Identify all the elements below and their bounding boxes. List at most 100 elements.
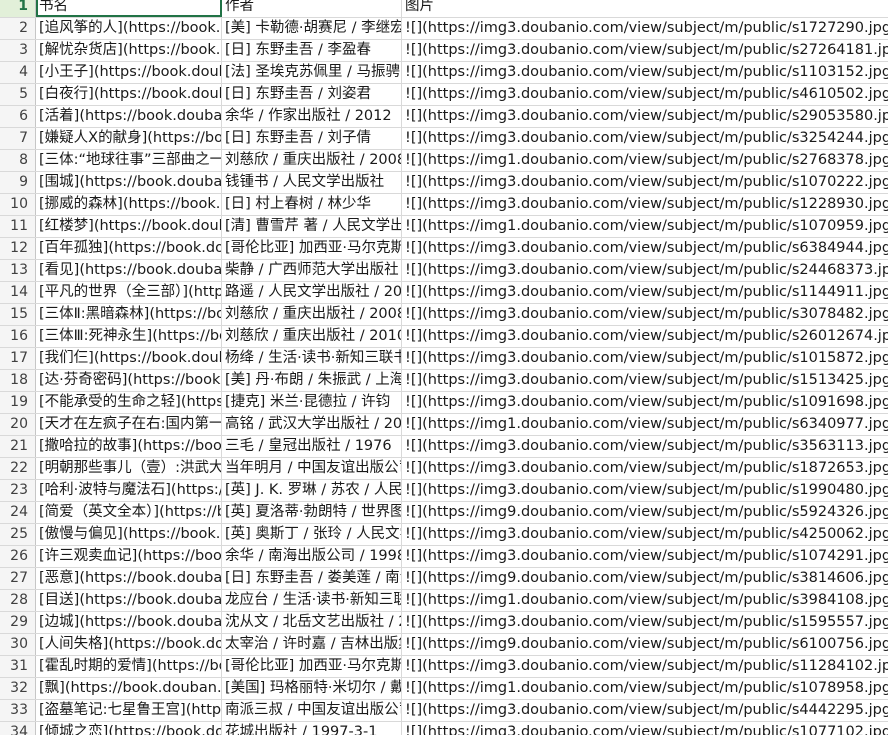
row-number[interactable]: 34 xyxy=(0,722,36,735)
image-cell[interactable]: ![](https://img3.doubanio.com/view/subje… xyxy=(402,238,888,259)
author-cell[interactable]: 刘慈欣 / 重庆出版社 / 2008 xyxy=(222,304,402,325)
image-header[interactable]: 图片 xyxy=(402,0,888,17)
author-cell[interactable]: [美国] 玛格丽特·米切尔 / 戴侃 xyxy=(222,678,402,699)
title-cell[interactable]: [平凡的世界（全三部）](https://book.douban.com/sub… xyxy=(36,282,222,303)
author-cell[interactable]: 太宰治 / 许时嘉 / 吉林出版集团 xyxy=(222,634,402,655)
title-cell[interactable]: [看见](https://book.douban.com/subject/204… xyxy=(36,260,222,281)
image-cell[interactable]: ![](https://img9.doubanio.com/view/subje… xyxy=(402,634,888,655)
row-number[interactable]: 27 xyxy=(0,568,36,589)
author-cell[interactable]: [英] 奥斯丁 / 张玲 / 人民文学出版社 xyxy=(222,524,402,545)
title-cell[interactable]: [挪威的森林](https://book.douban.com/subject/… xyxy=(36,194,222,215)
title-cell[interactable]: [三体Ⅱ:黑暗森林](https://book.douban.com/subje… xyxy=(36,304,222,325)
title-cell[interactable]: [嫌疑人X的献身](https://book.douban.com/subjec… xyxy=(36,128,222,149)
author-cell[interactable]: 路遥 / 人民文学出版社 / 2005 xyxy=(222,282,402,303)
title-cell[interactable]: [飘](https://book.douban.com/subject/1068… xyxy=(36,678,222,699)
image-cell[interactable]: ![](https://img3.doubanio.com/view/subje… xyxy=(402,458,888,479)
title-cell[interactable]: [三体Ⅲ:死神永生](https://book.douban.com/subje… xyxy=(36,326,222,347)
author-cell[interactable]: [法] 圣埃克苏佩里 / 马振骋 xyxy=(222,62,402,83)
row-number[interactable]: 6 xyxy=(0,106,36,127)
title-cell[interactable]: [撒哈拉的故事](https://book.douban.com/subject… xyxy=(36,436,222,457)
author-cell[interactable]: 龙应台 / 生活·读书·新知三联书店 xyxy=(222,590,402,611)
title-cell[interactable]: [围城](https://book.douban.com/subject/100… xyxy=(36,172,222,193)
row-number[interactable]: 20 xyxy=(0,414,36,435)
row-number[interactable]: 4 xyxy=(0,62,36,83)
author-cell[interactable]: [日] 东野圭吾 / 李盈春 xyxy=(222,40,402,61)
row-number[interactable]: 18 xyxy=(0,370,36,391)
author-cell[interactable]: 高铭 / 武汉大学出版社 / 2010 xyxy=(222,414,402,435)
title-cell[interactable]: [我们仨](https://book.douban.com/subject/10… xyxy=(36,348,222,369)
image-cell[interactable]: ![](https://img3.doubanio.com/view/subje… xyxy=(402,260,888,281)
image-cell[interactable]: ![](https://img3.doubanio.com/view/subje… xyxy=(402,612,888,633)
row-number[interactable]: 32 xyxy=(0,678,36,699)
image-cell[interactable]: ![](https://img3.doubanio.com/view/subje… xyxy=(402,62,888,83)
image-cell[interactable]: ![](https://img3.doubanio.com/view/subje… xyxy=(402,348,888,369)
title-cell[interactable]: [追风筝的人](https://book.douban.com/subject/… xyxy=(36,18,222,39)
author-cell[interactable]: 杨绛 / 生活·读书·新知三联书店 xyxy=(222,348,402,369)
title-cell[interactable]: [白夜行](https://book.douban.com/subject/32… xyxy=(36,84,222,105)
row-number[interactable]: 8 xyxy=(0,150,36,171)
row-number[interactable]: 11 xyxy=(0,216,36,237)
spreadsheet-grid[interactable]: 1书名作者图片2[追风筝的人](https://book.douban.com/… xyxy=(0,0,888,735)
row-number[interactable]: 28 xyxy=(0,590,36,611)
title-cell[interactable]: [哈利·波特与魔法石](https://book.douban.com/subj… xyxy=(36,480,222,501)
image-cell[interactable]: ![](https://img3.doubanio.com/view/subje… xyxy=(402,392,888,413)
image-cell[interactable]: ![](https://img3.doubanio.com/view/subje… xyxy=(402,722,888,735)
author-cell[interactable]: 当年明月 / 中国友谊出版公司 xyxy=(222,458,402,479)
row-number[interactable]: 23 xyxy=(0,480,36,501)
author-cell[interactable]: [英] J. K. 罗琳 / 苏农 / 人民文学出版社 xyxy=(222,480,402,501)
image-cell[interactable]: ![](https://img3.doubanio.com/view/subje… xyxy=(402,700,888,721)
title-cell[interactable]: [红楼梦](https://book.douban.com/subject/10… xyxy=(36,216,222,237)
author-cell[interactable]: 余华 / 作家出版社 / 2012 xyxy=(222,106,402,127)
image-cell[interactable]: ![](https://img3.doubanio.com/view/subje… xyxy=(402,172,888,193)
row-number[interactable]: 9 xyxy=(0,172,36,193)
row-number[interactable]: 1 xyxy=(0,0,36,17)
title-cell[interactable]: [人间失格](https://book.douban.com/subject/4… xyxy=(36,634,222,655)
author-cell[interactable]: 沈从文 / 北岳文艺出版社 / 2002 xyxy=(222,612,402,633)
image-cell[interactable]: ![](https://img3.doubanio.com/view/subje… xyxy=(402,84,888,105)
author-cell[interactable]: 刘慈欣 / 重庆出版社 / 2010 xyxy=(222,326,402,347)
row-number[interactable]: 10 xyxy=(0,194,36,215)
title-cell[interactable]: [明朝那些事儿（壹）:洪武大帝](https://book.douban.com… xyxy=(36,458,222,479)
row-number[interactable]: 19 xyxy=(0,392,36,413)
title-cell[interactable]: [霍乱时期的爱情](https://book.douban.com/subjec… xyxy=(36,656,222,677)
row-number[interactable]: 29 xyxy=(0,612,36,633)
title-header[interactable]: 书名 xyxy=(36,0,222,17)
author-cell[interactable]: 刘慈欣 / 重庆出版社 / 2008 xyxy=(222,150,402,171)
image-cell[interactable]: ![](https://img1.doubanio.com/view/subje… xyxy=(402,150,888,171)
image-cell[interactable]: ![](https://img3.doubanio.com/view/subje… xyxy=(402,546,888,567)
title-cell[interactable]: [倾城之恋](https://book.douban.com/subject/1… xyxy=(36,722,222,735)
row-number[interactable]: 24 xyxy=(0,502,36,523)
image-cell[interactable]: ![](https://img3.doubanio.com/view/subje… xyxy=(402,370,888,391)
title-cell[interactable]: [百年孤独](https://book.douban.com/subject/6… xyxy=(36,238,222,259)
author-cell[interactable]: 钱锺书 / 人民文学出版社 xyxy=(222,172,402,193)
title-cell[interactable]: [目送](https://book.douban.com/subject/339… xyxy=(36,590,222,611)
image-cell[interactable]: ![](https://img1.doubanio.com/view/subje… xyxy=(402,678,888,699)
row-number[interactable]: 13 xyxy=(0,260,36,281)
row-number[interactable]: 30 xyxy=(0,634,36,655)
title-cell[interactable]: [达·芬奇密码](https://book.douban.com/subject… xyxy=(36,370,222,391)
image-cell[interactable]: ![](https://img3.doubanio.com/view/subje… xyxy=(402,106,888,127)
title-cell[interactable]: [许三观卖血记](https://book.douban.com/subject… xyxy=(36,546,222,567)
title-cell[interactable]: [活着](https://book.douban.com/subject/491… xyxy=(36,106,222,127)
author-cell[interactable]: [美] 卡勒德·胡赛尼 / 李继宏 xyxy=(222,18,402,39)
title-cell[interactable]: [盗墓笔记:七星鲁王宫](https://book.douban.com/sub… xyxy=(36,700,222,721)
author-cell[interactable]: 柴静 / 广西师范大学出版社 xyxy=(222,260,402,281)
row-number[interactable]: 5 xyxy=(0,84,36,105)
title-cell[interactable]: [不能承受的生命之轻](https://book.douban.com/subj… xyxy=(36,392,222,413)
row-number[interactable]: 31 xyxy=(0,656,36,677)
author-cell[interactable]: [日] 东野圭吾 / 刘姿君 xyxy=(222,84,402,105)
title-cell[interactable]: [边城](https://book.douban.com/subject/145… xyxy=(36,612,222,633)
author-header[interactable]: 作者 xyxy=(222,0,402,17)
image-cell[interactable]: ![](https://img3.doubanio.com/view/subje… xyxy=(402,304,888,325)
author-cell[interactable]: [日] 村上春树 / 林少华 xyxy=(222,194,402,215)
title-cell[interactable]: [小王子](https://book.douban.com/subject/10… xyxy=(36,62,222,83)
author-cell[interactable]: [英] 夏洛蒂·勃朗特 / 世界图书出版公司 xyxy=(222,502,402,523)
image-cell[interactable]: ![](https://img3.doubanio.com/view/subje… xyxy=(402,282,888,303)
image-cell[interactable]: ![](https://img1.doubanio.com/view/subje… xyxy=(402,414,888,435)
image-cell[interactable]: ![](https://img3.doubanio.com/view/subje… xyxy=(402,194,888,215)
title-cell[interactable]: [解忧杂货店](https://book.douban.com/subject/… xyxy=(36,40,222,61)
row-number[interactable]: 7 xyxy=(0,128,36,149)
image-cell[interactable]: ![](https://img3.doubanio.com/view/subje… xyxy=(402,436,888,457)
row-number[interactable]: 14 xyxy=(0,282,36,303)
author-cell[interactable]: [清] 曹雪芹 著 / 人民文学出版社 xyxy=(222,216,402,237)
